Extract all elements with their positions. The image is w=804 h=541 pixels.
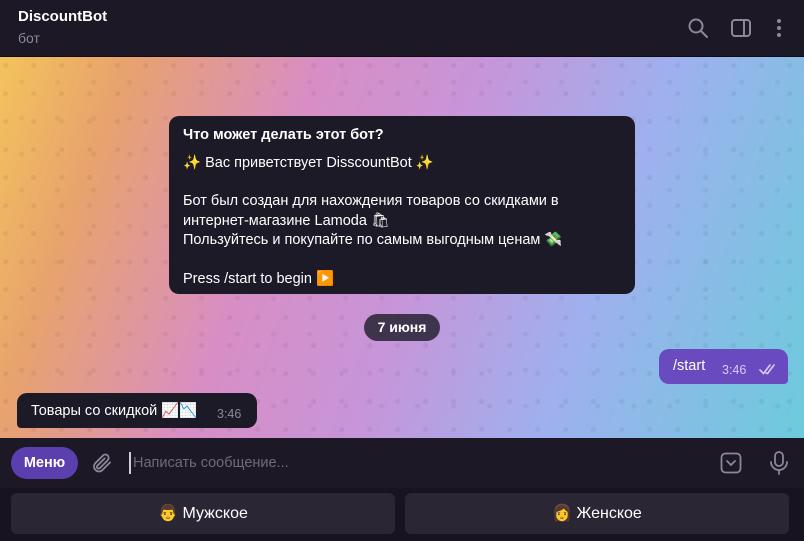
- bot-info-card: Что может делать этот бот? ✨ Вас приветс…: [169, 116, 635, 294]
- outgoing-message[interactable]: /start 3:46: [659, 349, 788, 384]
- keyboard-button-men[interactable]: 👨 Мужское: [11, 493, 395, 534]
- message-text: /start: [673, 358, 706, 374]
- message-time: 3:46: [722, 363, 747, 377]
- attach-icon[interactable]: [90, 451, 114, 475]
- bot-menu-button[interactable]: Меню: [11, 447, 78, 479]
- microphone-icon[interactable]: [768, 450, 790, 476]
- bot-description-line-2: интернет-магазине Lamoda 🛍: [183, 212, 390, 229]
- bot-info-title: Что может делать этот бот?: [183, 127, 384, 143]
- bot-description-line-1: Бот был создан для нахождения товаров со…: [183, 193, 559, 209]
- bot-welcome-line: ✨ Вас приветствует DisscountBot ✨: [183, 154, 434, 171]
- chat-subtitle: бот: [18, 30, 40, 46]
- date-separator[interactable]: 7 июня: [364, 314, 440, 341]
- text-caret: [129, 452, 131, 474]
- search-icon[interactable]: [686, 16, 710, 40]
- message-input[interactable]: [133, 448, 693, 478]
- chat-history[interactable]: Что может делать этот бот? ✨ Вас приветс…: [0, 57, 804, 438]
- chat-header: DiscountBot бот: [0, 0, 804, 57]
- message-text: Товары со скидкой 📈📉: [31, 403, 198, 419]
- keyboard-button-women[interactable]: 👩 Женское: [405, 493, 789, 534]
- read-checkmarks-icon: [759, 364, 775, 375]
- more-vertical-icon[interactable]: [767, 16, 791, 40]
- incoming-message[interactable]: Товары со скидкой 📈📉 3:46: [17, 393, 257, 428]
- bot-description-line-3: Пользуйтесь и покупайте по самым выгодны…: [183, 232, 563, 248]
- chat-title[interactable]: DiscountBot: [18, 8, 107, 25]
- bot-keyboard-toggle-icon[interactable]: [719, 451, 743, 475]
- bot-reply-keyboard: 👨 Мужское 👩 Женское: [0, 488, 804, 541]
- message-composer: Меню: [0, 438, 804, 488]
- bot-start-hint: Press /start to begin ▶️: [183, 270, 335, 287]
- message-time: 3:46: [217, 407, 242, 421]
- sidebar-toggle-icon[interactable]: [729, 16, 753, 40]
